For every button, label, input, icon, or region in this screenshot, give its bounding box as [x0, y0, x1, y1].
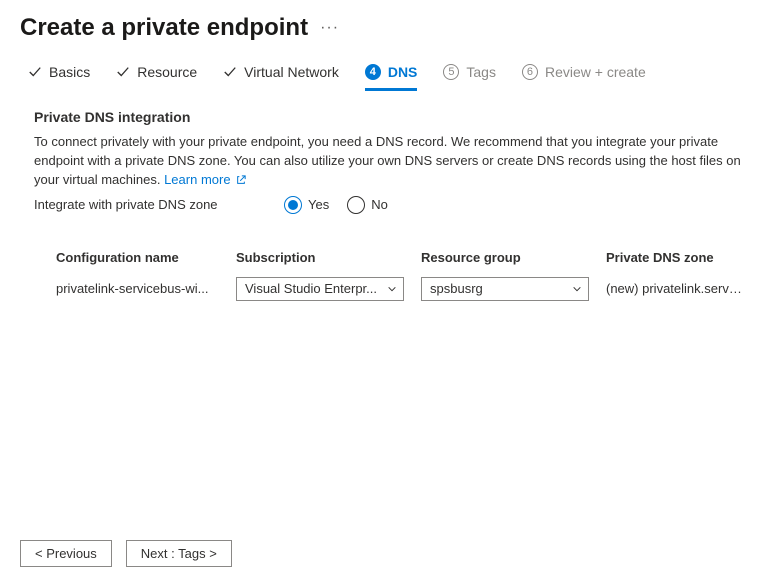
- check-icon: [223, 65, 237, 79]
- col-header-resource-group: Resource group: [421, 250, 606, 265]
- radio-yes-label: Yes: [308, 197, 329, 212]
- learn-more-link[interactable]: Learn more: [164, 172, 246, 187]
- step-badge-icon: 4: [365, 64, 381, 80]
- integrate-radio-group: Yes No: [284, 196, 388, 214]
- col-header-subscription: Subscription: [236, 250, 421, 265]
- tab-resource[interactable]: Resource: [116, 64, 197, 91]
- tab-dns[interactable]: 4 DNS: [365, 64, 418, 91]
- tab-review-create-label: Review + create: [545, 64, 646, 80]
- content-area: Private DNS integration To connect priva…: [0, 91, 778, 307]
- dns-config-table: Configuration name Subscription Resource…: [34, 244, 744, 307]
- check-icon: [28, 65, 42, 79]
- section-title: Private DNS integration: [34, 109, 744, 125]
- tab-tags-label: Tags: [466, 64, 496, 80]
- wizard-tabs: Basics Resource Virtual Network 4 DNS 5 …: [0, 50, 778, 91]
- radio-yes[interactable]: Yes: [284, 196, 329, 214]
- table-header: Configuration name Subscription Resource…: [34, 244, 744, 271]
- more-actions-icon[interactable]: ···: [320, 19, 339, 37]
- check-icon: [116, 65, 130, 79]
- radio-circle-icon: [284, 196, 302, 214]
- tab-basics[interactable]: Basics: [28, 64, 90, 91]
- tab-review-create[interactable]: 6 Review + create: [522, 64, 646, 91]
- col-header-config: Configuration name: [56, 250, 236, 265]
- tab-dns-label: DNS: [388, 64, 418, 80]
- integrate-label: Integrate with private DNS zone: [34, 197, 284, 212]
- tab-basics-label: Basics: [49, 64, 90, 80]
- page-title: Create a private endpoint: [20, 14, 308, 42]
- subscription-select[interactable]: Visual Studio Enterpr...: [236, 277, 404, 301]
- table-row: privatelink-servicebus-wi... Visual Stud…: [34, 271, 744, 307]
- resource-group-select-value: spsbusrg: [430, 281, 566, 296]
- chevron-down-icon: [572, 284, 582, 294]
- subscription-select-value: Visual Studio Enterpr...: [245, 281, 381, 296]
- resource-group-select[interactable]: spsbusrg: [421, 277, 589, 301]
- radio-circle-icon: [347, 196, 365, 214]
- tab-virtual-network-label: Virtual Network: [244, 64, 339, 80]
- previous-button[interactable]: < Previous: [20, 540, 112, 567]
- cell-dns-zone: (new) privatelink.serviceb...: [606, 281, 744, 296]
- tab-resource-label: Resource: [137, 64, 197, 80]
- external-link-icon: [236, 175, 246, 185]
- cell-config-name: privatelink-servicebus-wi...: [56, 281, 236, 296]
- col-header-dns-zone: Private DNS zone: [606, 250, 744, 265]
- radio-no[interactable]: No: [347, 196, 388, 214]
- tab-virtual-network[interactable]: Virtual Network: [223, 64, 339, 91]
- wizard-footer: < Previous Next : Tags >: [20, 540, 232, 567]
- step-badge-icon: 5: [443, 64, 459, 80]
- next-button[interactable]: Next : Tags >: [126, 540, 232, 567]
- step-badge-icon: 6: [522, 64, 538, 80]
- section-description: To connect privately with your private e…: [34, 133, 744, 190]
- chevron-down-icon: [387, 284, 397, 294]
- tab-tags[interactable]: 5 Tags: [443, 64, 496, 91]
- radio-no-label: No: [371, 197, 388, 212]
